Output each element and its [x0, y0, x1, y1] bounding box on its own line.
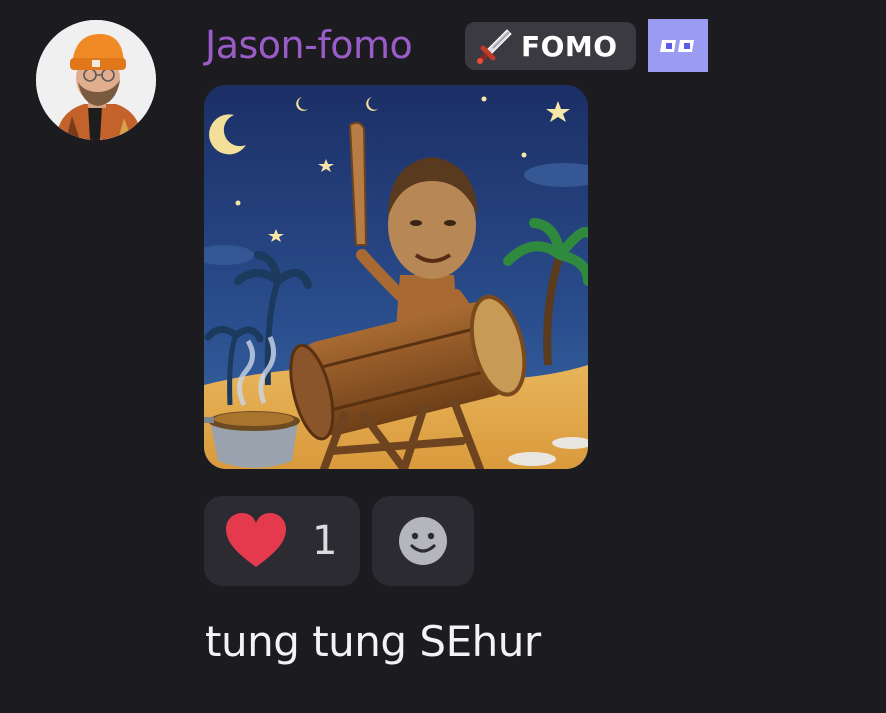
server-tag-label: FOMO	[521, 29, 618, 63]
message-content: tung tung SEhur	[205, 617, 541, 666]
badge-icon	[660, 39, 694, 52]
add-reaction-button[interactable]	[372, 496, 474, 586]
image-attachment[interactable]	[204, 85, 588, 469]
avatar-image	[36, 20, 156, 140]
author-avatar[interactable]	[36, 20, 156, 140]
smiley-icon	[399, 517, 447, 565]
heart-icon	[226, 513, 286, 567]
role-badge[interactable]	[648, 19, 708, 72]
attachment-image	[204, 85, 588, 469]
author-name[interactable]: Jason-fomo	[205, 20, 413, 70]
reaction-heart[interactable]: 1	[204, 496, 360, 586]
server-tag-badge[interactable]: FOMO	[465, 22, 636, 70]
sword-icon	[477, 29, 512, 64]
reaction-count: 1	[312, 518, 338, 564]
